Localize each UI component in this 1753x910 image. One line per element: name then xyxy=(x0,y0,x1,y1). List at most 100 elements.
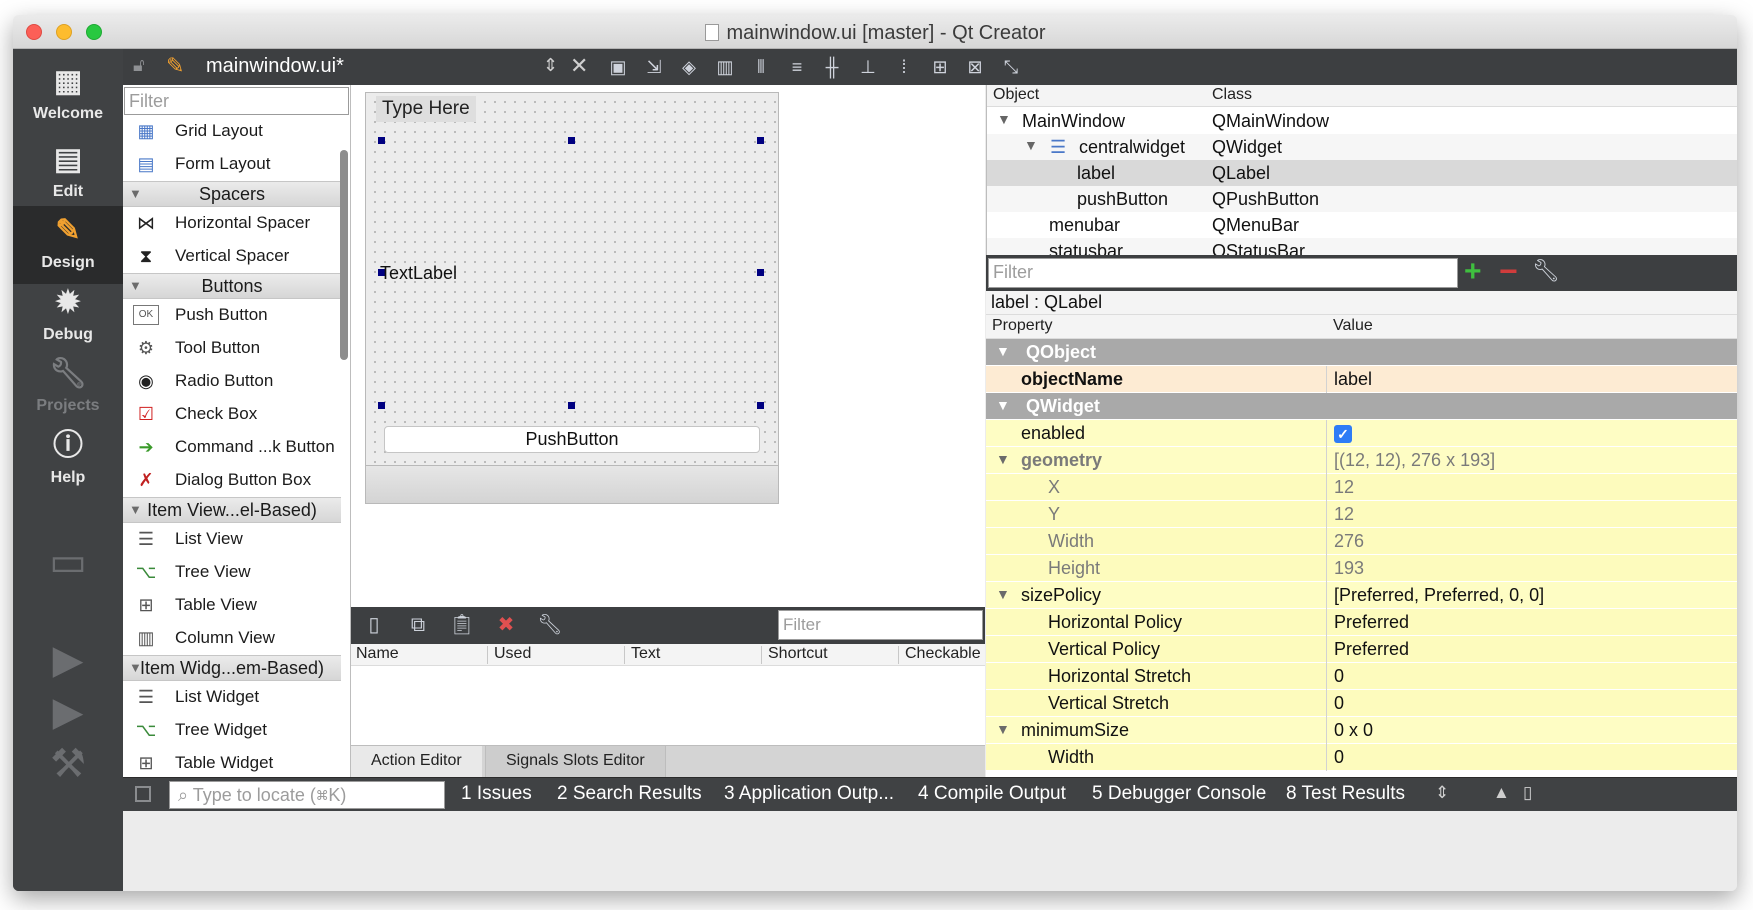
form-push-button[interactable]: PushButton xyxy=(384,426,760,453)
widget-item-table-widget[interactable]: ⊞ Table Widget xyxy=(123,747,341,780)
main-window-form[interactable]: Type Here TextLabel PushButton xyxy=(365,92,779,504)
run-icon[interactable]: ▶ xyxy=(13,637,123,683)
delete-action-icon[interactable]: ✖ xyxy=(493,612,519,638)
widget-item-list-view[interactable]: ☰ List View xyxy=(123,523,341,556)
property-group-qobject[interactable]: ▼ QObject xyxy=(986,339,1737,366)
lock-icon[interactable]: 🔓︎ xyxy=(133,55,145,76)
selection-handle[interactable] xyxy=(757,137,764,144)
widget-item-dialog-button-box[interactable]: ✗ Dialog Button Box xyxy=(123,464,341,497)
mode-design[interactable]: ✎ Design xyxy=(13,206,123,284)
widget-item-tree-widget[interactable]: ⌥ Tree Widget xyxy=(123,714,341,747)
widget-item-grid-layout[interactable]: ▦ Grid Layout xyxy=(123,115,341,148)
column-used[interactable]: Used xyxy=(494,645,531,663)
tab-action-editor[interactable]: Action Editor xyxy=(351,746,482,777)
paste-action-icon[interactable]: 📋︎ xyxy=(449,612,475,638)
widget-filter-input[interactable]: Filter xyxy=(124,87,349,115)
debug-run-icon[interactable]: ▶ xyxy=(13,689,123,735)
widget-item-check-box[interactable]: ☑ Check Box xyxy=(123,398,341,431)
edit-buddies-icon[interactable]: ◈ xyxy=(677,55,701,79)
widget-category-item-widgets[interactable]: ▼ Item Widg...em-Based) xyxy=(123,655,341,681)
selection-handle[interactable] xyxy=(378,402,385,409)
break-layout-icon[interactable]: ⊠ xyxy=(963,55,987,79)
pane-tab-test-results[interactable]: 8 Test Results xyxy=(1286,783,1405,805)
toggle-right-sidebar-icon[interactable]: ▯ xyxy=(1523,783,1532,803)
tab-signals-slots-editor[interactable]: Signals Slots Editor xyxy=(485,746,666,777)
property-value[interactable]: label xyxy=(1334,369,1372,390)
property-value[interactable]: [(12, 12), 276 x 193] xyxy=(1334,450,1495,471)
column-object[interactable]: Object xyxy=(993,86,1039,104)
widget-item-column-view[interactable]: ▥ Column View xyxy=(123,622,341,655)
adjust-size-icon[interactable]: ⤡ xyxy=(999,55,1023,79)
column-value[interactable]: Value xyxy=(1333,317,1373,335)
column-class[interactable]: Class xyxy=(1212,86,1252,104)
document-name[interactable]: mainwindow.ui* xyxy=(206,55,344,78)
maximize-pane-icon[interactable]: ▲ xyxy=(1493,783,1510,803)
document-switch-icon[interactable]: ⇕ xyxy=(543,55,558,76)
edit-signals-slots-icon[interactable]: ⇲ xyxy=(642,55,666,79)
widget-category-item-views[interactable]: ▼ Item View...el-Based) xyxy=(123,497,341,523)
add-dynamic-property-icon[interactable]: + xyxy=(1464,255,1482,289)
column-text[interactable]: Text xyxy=(631,645,660,663)
property-row-geometry[interactable]: ▼ geometry [(12, 12), 276 x 193] xyxy=(986,447,1737,474)
property-row-vertical-policy[interactable]: Vertical Policy Preferred xyxy=(986,636,1737,663)
property-row-sizepolicy[interactable]: ▼ sizePolicy [Preferred, Preferred, 0, 0] xyxy=(986,582,1737,609)
property-row-horizontal-stretch[interactable]: Horizontal Stretch 0 xyxy=(986,663,1737,690)
selection-handle[interactable] xyxy=(568,137,575,144)
property-value[interactable]: 0 xyxy=(1334,666,1344,687)
tree-row-menubar[interactable]: menubar QMenuBar xyxy=(987,212,1737,238)
action-table-body[interactable] xyxy=(351,666,985,745)
layout-grid-icon[interactable]: ⊞ xyxy=(928,55,952,79)
toggle-sidebar-icon[interactable] xyxy=(135,786,151,802)
mode-debug[interactable]: ✹ Debug xyxy=(13,278,123,356)
selection-handle[interactable] xyxy=(568,402,575,409)
form-menubar-placeholder[interactable]: Type Here xyxy=(376,96,476,122)
column-shortcut[interactable]: Shortcut xyxy=(768,645,828,663)
property-row-geometry-x[interactable]: X 12 xyxy=(986,474,1737,501)
widget-item-command-link-button[interactable]: ➔ Command ...k Button xyxy=(123,431,341,464)
tree-row-mainwindow[interactable]: ▼ MainWindow QMainWindow xyxy=(987,108,1737,134)
property-value[interactable]: 0 xyxy=(1334,693,1344,714)
property-row-minimumsize-width[interactable]: Width 0 xyxy=(986,744,1737,771)
layout-form-icon[interactable]: ⁞ xyxy=(892,55,916,79)
column-property[interactable]: Property xyxy=(992,317,1052,335)
property-value[interactable]: 276 xyxy=(1334,531,1364,552)
pane-tab-issues[interactable]: 1 Issues xyxy=(461,783,532,805)
widget-item-list-widget[interactable]: ☰ List Widget xyxy=(123,681,341,714)
property-row-horizontal-policy[interactable]: Horizontal Policy Preferred xyxy=(986,609,1737,636)
widget-item-tree-view[interactable]: ⌥ Tree View xyxy=(123,556,341,589)
mode-help[interactable]: ⓘ Help xyxy=(13,421,123,499)
widget-item-vertical-spacer[interactable]: ⧗ Vertical Spacer xyxy=(123,240,341,273)
property-row-geometry-height[interactable]: Height 193 xyxy=(986,555,1737,582)
tree-row-pushbutton[interactable]: pushButton QPushButton xyxy=(987,186,1737,212)
property-filter-input[interactable]: Filter xyxy=(988,258,1458,288)
selection-handle[interactable] xyxy=(378,137,385,144)
configure-action-icon[interactable]: 🔧︎ xyxy=(537,612,563,638)
pane-switch-icon[interactable]: ⇕ xyxy=(1435,783,1449,803)
column-name[interactable]: Name xyxy=(356,645,399,663)
property-row-minimumsize[interactable]: ▼ minimumSize 0 x 0 xyxy=(986,717,1737,744)
property-value[interactable]: 12 xyxy=(1334,504,1354,525)
layout-horizontal-icon[interactable]: ⦀ xyxy=(749,55,773,79)
property-row-enabled[interactable]: enabled ✓ xyxy=(986,420,1737,447)
close-document-icon[interactable]: ✕ xyxy=(570,53,588,79)
property-row-vertical-stretch[interactable]: Vertical Stretch 0 xyxy=(986,690,1737,717)
layout-vertical-icon[interactable]: ≡ xyxy=(785,55,809,79)
remove-dynamic-property-icon[interactable]: − xyxy=(1499,253,1518,290)
configure-property-icon[interactable]: 🔧︎ xyxy=(1532,258,1560,284)
widget-box-scrollbar[interactable] xyxy=(340,150,348,360)
action-filter-input[interactable]: Filter xyxy=(778,610,983,640)
mode-edit[interactable]: ▤ Edit xyxy=(13,135,123,213)
new-action-icon[interactable]: ▯ xyxy=(361,612,387,638)
mode-welcome[interactable]: ▦ Welcome xyxy=(13,57,123,135)
edit-tab-order-icon[interactable]: ▥ xyxy=(713,55,737,79)
widget-category-buttons[interactable]: ▼ Buttons xyxy=(123,273,341,299)
widget-item-radio-button[interactable]: ◉ Radio Button xyxy=(123,365,341,398)
layout-horizontal-splitter-icon[interactable]: ╫ xyxy=(820,55,844,79)
column-checkable[interactable]: Checkable xyxy=(905,645,981,663)
mode-projects[interactable]: 🔧︎ Projects xyxy=(13,349,123,427)
enabled-checkbox[interactable]: ✓ xyxy=(1334,423,1352,444)
property-row-geometry-width[interactable]: Width 276 xyxy=(986,528,1737,555)
widget-item-table-view[interactable]: ⊞ Table View xyxy=(123,589,341,622)
property-value[interactable]: 0 x 0 xyxy=(1334,720,1373,741)
widget-item-horizontal-spacer[interactable]: ⋈ Horizontal Spacer xyxy=(123,207,341,240)
